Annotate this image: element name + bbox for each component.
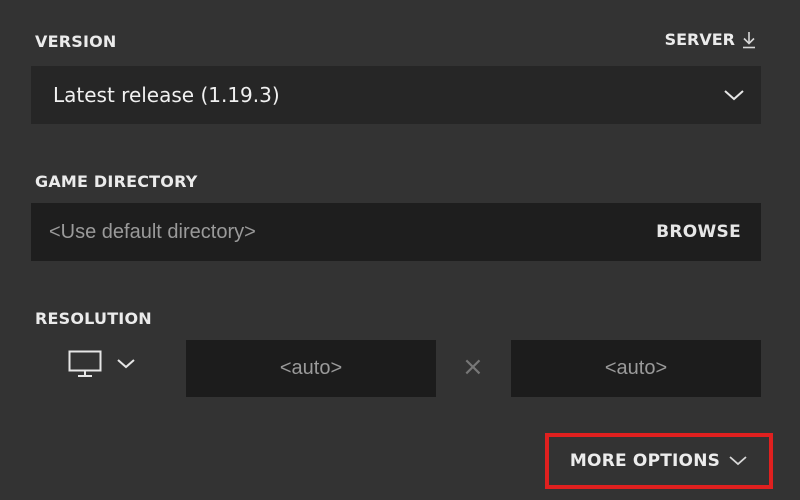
browse-button[interactable]: BROWSE: [656, 222, 741, 242]
server-link-label: SERVER: [664, 30, 735, 49]
resolution-width-input[interactable]: [186, 357, 436, 380]
resolution-height-container: [511, 340, 761, 397]
resolution-height-input[interactable]: [511, 357, 761, 380]
chevron-down-icon: [728, 455, 748, 467]
monitor-icon: [68, 350, 102, 378]
resolution-label: RESOLUTION: [35, 309, 152, 328]
resolution-separator: ×: [462, 352, 484, 382]
game-directory-label: GAME DIRECTORY: [35, 172, 198, 191]
version-dropdown[interactable]: Latest release (1.19.3): [31, 66, 761, 124]
version-selected-value: Latest release (1.19.3): [53, 83, 280, 107]
more-options-button[interactable]: MORE OPTIONS: [545, 433, 773, 489]
more-options-label: MORE OPTIONS: [569, 451, 721, 471]
server-download-link[interactable]: SERVER: [665, 30, 756, 49]
game-directory-field-container: BROWSE: [31, 203, 761, 261]
version-label: VERSION: [35, 32, 117, 51]
chevron-down-icon: [116, 358, 136, 370]
download-arrow-icon: [742, 31, 756, 49]
chevron-down-icon: [723, 88, 745, 102]
display-mode-dropdown[interactable]: [68, 350, 136, 378]
resolution-width-container: [186, 340, 436, 397]
game-directory-input[interactable]: [49, 220, 609, 244]
